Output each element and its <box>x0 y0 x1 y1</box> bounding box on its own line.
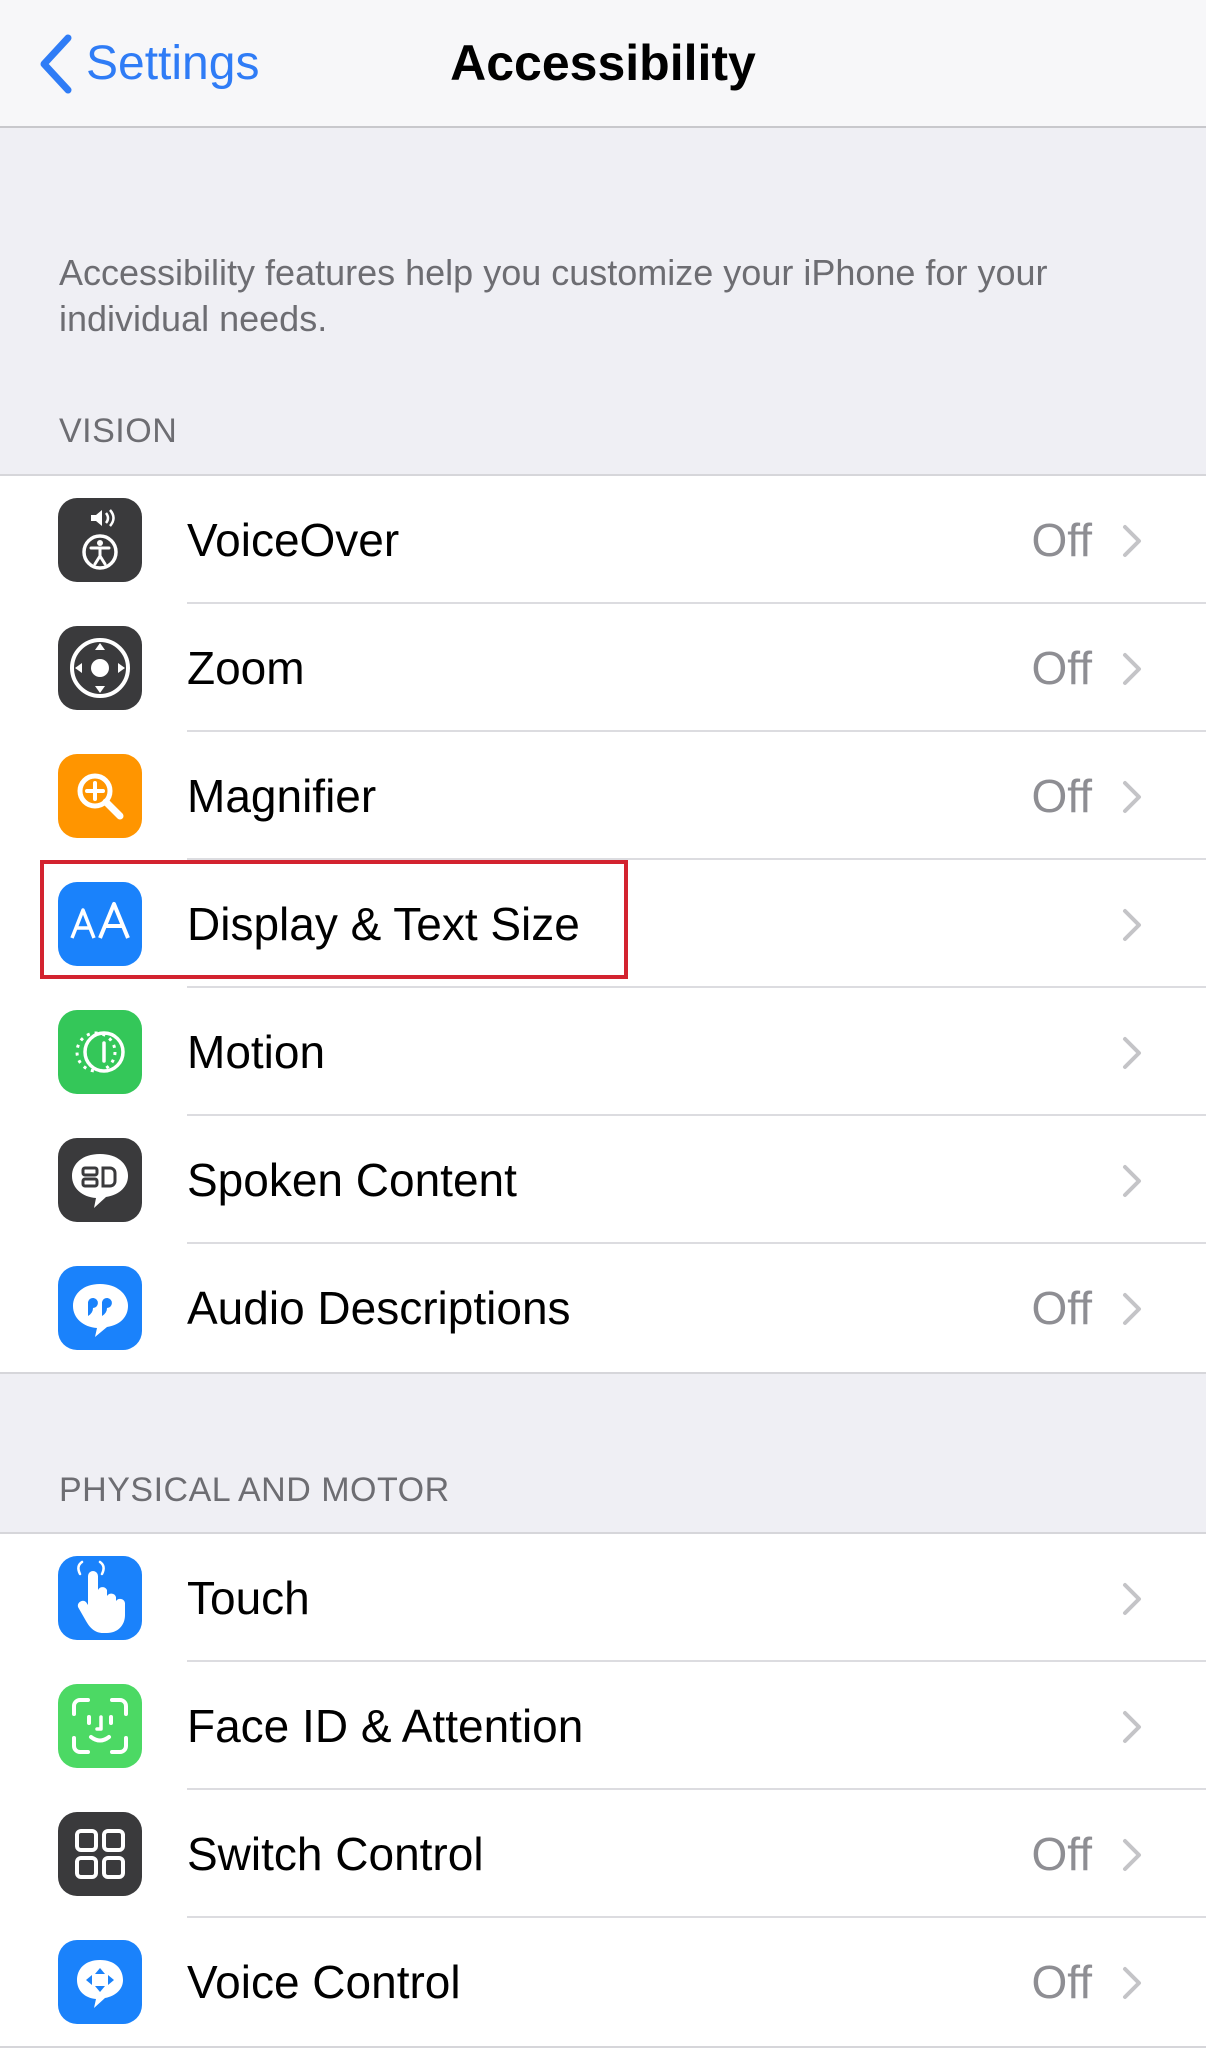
section-header-physical-and-motor: PHYSICAL AND MOTOR <box>59 1471 450 1509</box>
page-title: Accessibility <box>450 35 756 91</box>
row-value: Off <box>1031 514 1092 566</box>
switch-control-icon <box>58 1812 142 1896</box>
magnifier-icon <box>58 754 142 838</box>
row-switch-control[interactable]: Switch Control Off <box>0 1790 1206 1918</box>
row-label: Zoom <box>187 642 305 694</box>
motion-icon <box>58 1010 142 1094</box>
row-value: Off <box>1031 1956 1092 2008</box>
chevron-right-icon <box>1123 1037 1141 1069</box>
section-header-vision: VISION <box>59 412 178 450</box>
row-spoken-content[interactable]: Spoken Content <box>0 1116 1206 1244</box>
row-value: Off <box>1031 1282 1092 1334</box>
chevron-right-icon <box>1123 653 1141 685</box>
chevron-right-icon <box>1123 1839 1141 1871</box>
row-voiceover[interactable]: VoiceOver Off <box>0 476 1206 604</box>
voice-control-icon <box>58 1940 142 2024</box>
display-text-size-icon <box>58 882 142 966</box>
face-id-icon <box>58 1684 142 1768</box>
row-value: Off <box>1031 770 1092 822</box>
row-audio-descriptions[interactable]: Audio Descriptions Off <box>0 1244 1206 1372</box>
row-magnifier[interactable]: Magnifier Off <box>0 732 1206 860</box>
row-face-id-attention[interactable]: Face ID & Attention <box>0 1662 1206 1790</box>
physical-motor-group: Touch Face ID & Attention Switch Control… <box>0 1532 1206 2048</box>
touch-icon <box>58 1556 142 1640</box>
chevron-right-icon <box>1123 1711 1141 1743</box>
voiceover-icon <box>58 498 142 582</box>
chevron-right-icon <box>1123 781 1141 813</box>
row-label: Spoken Content <box>187 1154 517 1206</box>
chevron-right-icon <box>1123 909 1141 941</box>
zoom-icon <box>58 626 142 710</box>
intro-description: Accessibility features help you customiz… <box>59 252 1048 339</box>
row-label: VoiceOver <box>187 514 400 566</box>
row-zoom[interactable]: Zoom Off <box>0 604 1206 732</box>
row-label: Switch Control <box>187 1828 484 1880</box>
navigation-bar: Settings Accessibility <box>0 0 1206 128</box>
row-display-text-size[interactable]: Display & Text Size <box>0 860 1206 988</box>
spoken-content-icon <box>58 1138 142 1222</box>
row-value: Off <box>1031 1828 1092 1880</box>
chevron-right-icon <box>1123 1967 1141 1999</box>
chevron-right-icon <box>1123 1165 1141 1197</box>
row-label: Touch <box>187 1572 310 1624</box>
chevron-right-icon <box>1123 525 1141 557</box>
row-label: Face ID & Attention <box>187 1700 584 1752</box>
chevron-right-icon <box>1123 1293 1141 1325</box>
row-label: Motion <box>187 1026 326 1078</box>
row-label: Magnifier <box>187 770 377 822</box>
row-motion[interactable]: Motion <box>0 988 1206 1116</box>
row-touch[interactable]: Touch <box>0 1534 1206 1662</box>
row-label: Display & Text Size <box>187 898 580 950</box>
row-voice-control[interactable]: Voice Control Off <box>0 1918 1206 2046</box>
row-value: Off <box>1031 642 1092 694</box>
row-label: Voice Control <box>187 1956 461 2008</box>
vision-group: VoiceOver Off Zoom Off Magnifier Off Dis… <box>0 474 1206 1374</box>
chevron-right-icon <box>1123 1583 1141 1615</box>
row-label: Audio Descriptions <box>187 1282 571 1334</box>
audio-descriptions-icon <box>58 1266 142 1350</box>
